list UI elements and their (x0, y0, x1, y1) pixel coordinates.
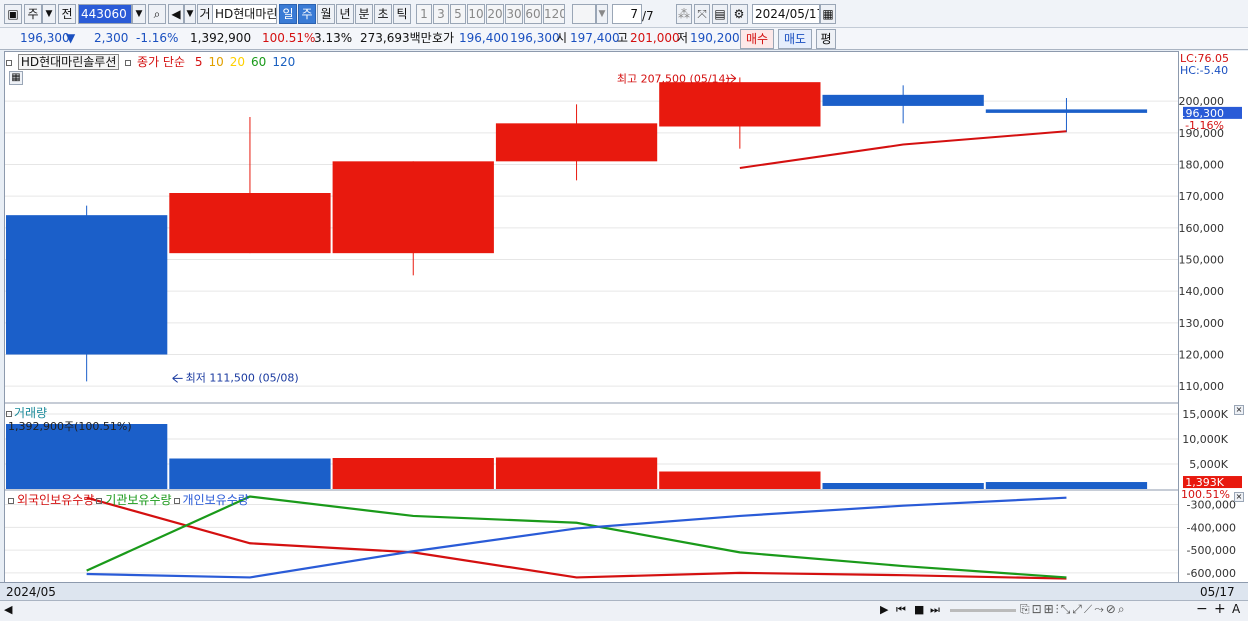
y-tick-label: 170,000 (1179, 190, 1225, 203)
holding-line (86, 495, 1067, 579)
y-tick-label: 140,000 (1179, 285, 1225, 298)
candle-body (169, 193, 331, 254)
zoom-out-icon[interactable]: − (1196, 601, 1208, 617)
volume-bar (822, 483, 984, 489)
stop-icon[interactable]: ■ (914, 603, 924, 616)
holding-legend-item[interactable]: 개인보유수량 (183, 493, 249, 507)
zoom-slider[interactable] (950, 609, 1016, 612)
volume-info: 1,392,900주(100.51%) (8, 420, 132, 433)
holding-legend-item[interactable]: 기관보유수량 (105, 493, 171, 507)
date-end: 05/17 (1200, 585, 1235, 599)
price-legend: HD현대마린솔루션 종가 단순 5 10 20 60 120 (6, 53, 295, 70)
ma-period-10[interactable]: 10 (208, 55, 223, 69)
font-size-icon[interactable]: A (1232, 602, 1240, 616)
nav-bar: ◀ ▶ ⏮ ■ ⏭ ⎘⊡⊞⫶⤡⤢⟋⤳⊘⌕ − + A (0, 600, 1248, 621)
y-tick-label: 180,000 (1179, 159, 1225, 172)
ma-period-60[interactable]: 60 (251, 55, 266, 69)
legend-box-icon[interactable] (6, 60, 12, 66)
date-axis: 2024/05 05/17 (0, 582, 1248, 600)
volume-bar (659, 471, 821, 489)
forward-icon[interactable]: ⏭ (930, 603, 940, 617)
volume-tick-label: 5,000K (1189, 458, 1228, 471)
rewind-icon[interactable]: ⏮ (896, 603, 906, 617)
candle-body (985, 109, 1148, 113)
stock-title[interactable]: HD현대마린솔루션 (17, 54, 120, 70)
candle-body (822, 94, 984, 106)
legend-box-icon (8, 498, 14, 504)
volume-bar (169, 458, 331, 489)
legend-box-icon (6, 411, 12, 417)
candle-body (6, 215, 168, 355)
y-tick-label: 150,000 (1179, 254, 1225, 267)
ma-period-5[interactable]: 5 (195, 55, 203, 69)
zoom-in-icon[interactable]: + (1214, 601, 1226, 617)
y-tick-label: 120,000 (1179, 349, 1225, 362)
close-panel-icon[interactable]: × (1234, 492, 1244, 502)
candle-body (332, 161, 494, 254)
volume-bar (985, 482, 1148, 489)
candle-body (659, 82, 821, 127)
ma-period-20[interactable]: 20 (230, 55, 245, 69)
holding-tick-label: -400,000 (1187, 521, 1236, 534)
volume-bar (495, 457, 658, 489)
ma5-line (739, 130, 1067, 169)
legend-box-icon (173, 498, 180, 504)
ma-period-120[interactable]: 120 (272, 55, 295, 69)
holding-legend: 외국인보유수량 기관보유수량 개인보유수량 (6, 491, 249, 508)
legend-box-icon (125, 60, 132, 66)
volume-tick-label: 15,000K (1182, 408, 1228, 421)
ma-label[interactable]: 종가 단순 (137, 55, 185, 69)
date-start: 2024/05 (6, 585, 56, 599)
close-panel-icon[interactable]: × (1234, 405, 1244, 415)
legend-box-icon (96, 498, 103, 504)
y-tick-label: 130,000 (1179, 317, 1225, 330)
tool-icons[interactable]: ⎘⊡⊞⫶⤡⤢⟋⤳⊘⌕ (1020, 602, 1127, 617)
price-tag-pct: -1.16% (1185, 119, 1224, 132)
hc-value: HC:-5.40 (1180, 64, 1229, 77)
y-tick-label: 160,000 (1179, 222, 1225, 235)
holding-tick-label: -600,000 (1187, 567, 1236, 580)
chart-svg[interactable]: 110,000 120,000 130,000 140,000 150,000 160,0… (0, 0, 1248, 621)
play-icon[interactable]: ▶ (880, 603, 888, 616)
holding-tick-label: -300,000 (1187, 499, 1236, 512)
y-tick-label: 110,000 (1179, 380, 1225, 393)
candle-body (495, 123, 658, 162)
volume-bar (332, 458, 494, 489)
scroll-left-icon[interactable]: ◀ (4, 603, 12, 616)
holding-tick-label: -500,000 (1187, 544, 1236, 557)
min-arrow-icon (172, 374, 183, 383)
holding-legend-item[interactable]: 외국인보유수량 (17, 493, 94, 507)
max-annotation: 최고 207,500 (05/14) (617, 72, 730, 85)
min-annotation: 최저 111,500 (05/08) (186, 371, 299, 384)
volume-tick-label: 10,000K (1182, 433, 1228, 446)
table-icon[interactable]: ▦ (9, 71, 23, 85)
